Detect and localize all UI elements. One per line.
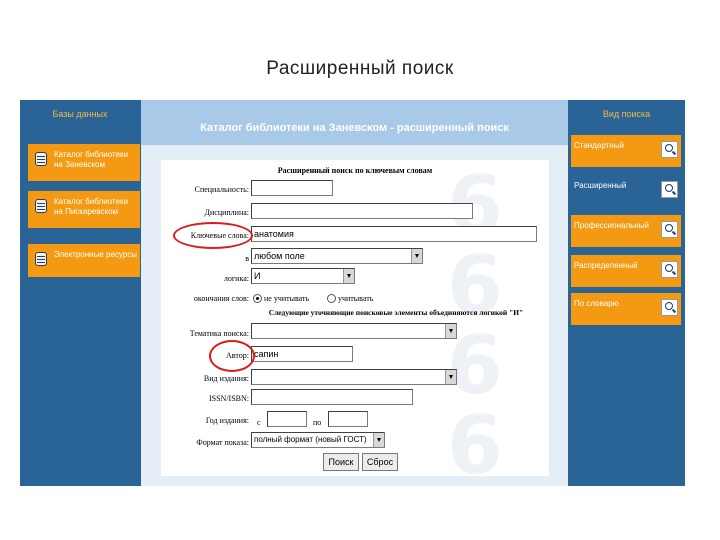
search-type-label: Расширенный <box>574 181 627 190</box>
reset-button[interactable]: Сброс <box>362 453 398 471</box>
search-field-select[interactable]: любом поле <box>251 248 423 264</box>
author-label: Автор: <box>226 351 249 360</box>
chevron-down-icon[interactable] <box>445 370 456 384</box>
left-sidebar: Базы данных Каталог библиотеки на Заневс… <box>20 100 140 486</box>
search-panel: Каталог библиотеки на Заневском - расшир… <box>141 100 568 486</box>
search-type-label: Стандартный <box>574 141 624 150</box>
database-icon <box>35 199 47 213</box>
refine-note: Следующие уточняющие поисковые элементы … <box>268 308 524 317</box>
endings-consider-radio[interactable] <box>327 294 336 303</box>
search-type-header: Вид поиска <box>602 109 651 119</box>
browser-screenshot: Базы данных Каталог библиотеки на Заневс… <box>20 100 685 486</box>
logic-select[interactable]: И <box>251 268 355 284</box>
search-type-standard[interactable]: Стандартный <box>571 135 681 167</box>
isbn-label: ISSN/ISBN: <box>208 394 249 403</box>
discipline-label: Дисциплина: <box>204 208 249 217</box>
format-label: Формат показа: <box>196 438 249 447</box>
in-field-label: в <box>245 254 249 263</box>
theme-select[interactable] <box>251 323 457 339</box>
pubtype-select[interactable] <box>251 369 457 385</box>
magnifier-icon[interactable] <box>661 299 678 316</box>
magnifier-icon[interactable] <box>661 141 678 158</box>
database-icon <box>35 152 47 166</box>
slide-title: Расширенный поиск <box>266 58 454 79</box>
search-type-professional[interactable]: Профессиональный <box>571 215 681 247</box>
search-type-dictionary[interactable]: По словарю <box>571 293 681 325</box>
sidebar-item-label: Каталог библиотеки на Заневском <box>54 150 128 169</box>
theme-label: Тематика поиска: <box>189 329 249 338</box>
endings-label: окончания слов: <box>193 294 249 303</box>
chevron-down-icon[interactable] <box>411 249 422 263</box>
pubtype-label: Вид издания: <box>203 374 249 383</box>
year-to-input[interactable] <box>328 411 368 427</box>
sidebar-item-piskarevsky-catalog[interactable]: Каталог библиотеки на Пискаревском <box>28 191 140 228</box>
specialty-input[interactable] <box>251 180 333 196</box>
isbn-input[interactable] <box>251 389 413 405</box>
magnifier-icon[interactable] <box>661 261 678 278</box>
logic-label: логика: <box>223 274 249 283</box>
chevron-down-icon[interactable] <box>343 269 354 283</box>
search-type-label: Распределенный <box>574 261 638 270</box>
year-from-label: с <box>257 418 261 427</box>
year-to-label: по <box>313 418 322 427</box>
year-from-input[interactable] <box>267 411 307 427</box>
selected-value: И <box>254 271 261 281</box>
chevron-down-icon[interactable] <box>373 433 384 447</box>
endings-ignore-label: не учитывать <box>264 294 310 303</box>
magnifier-icon[interactable] <box>661 221 678 238</box>
search-type-distributed[interactable]: Распределенный <box>571 255 681 287</box>
selected-value: полный формат (новый ГОСТ) <box>254 435 367 444</box>
discipline-input[interactable] <box>251 203 473 219</box>
sidebar-item-electronic-resources[interactable]: Электронные ресурсы <box>28 244 140 277</box>
endings-ignore-radio[interactable] <box>253 294 262 303</box>
sidebar-item-label: Каталог библиотеки на Пискаревском <box>54 197 128 216</box>
search-type-label: По словарю <box>574 299 619 308</box>
search-type-label: Профессиональный <box>574 221 649 230</box>
form-title: Расширенный поиск по ключевым словам <box>277 166 433 175</box>
search-type-advanced[interactable]: Расширенный <box>571 175 681 207</box>
right-sidebar: Вид поиска Стандартный Расширенный Профе… <box>568 100 685 486</box>
specialty-label: Специальность: <box>194 185 249 194</box>
sidebar-item-zanevsky-catalog[interactable]: Каталог библиотеки на Заневском <box>28 144 140 181</box>
author-input[interactable]: сапин <box>251 346 353 362</box>
sidebar-item-label: Электронные ресурсы <box>54 250 138 259</box>
format-select[interactable]: полный формат (новый ГОСТ) <box>251 432 385 448</box>
chevron-down-icon[interactable] <box>445 324 456 338</box>
magnifier-icon[interactable] <box>661 181 678 198</box>
keywords-input[interactable]: анатомия <box>251 226 537 242</box>
database-icon <box>35 252 47 266</box>
keywords-label: Ключевые слова: <box>190 231 249 240</box>
year-label: Год издания: <box>205 416 249 425</box>
advanced-search-form: 6666 Расширенный поиск по ключевым слова… <box>161 160 549 476</box>
panel-title: Каталог библиотеки на Заневском - расшир… <box>141 100 568 145</box>
search-button[interactable]: Поиск <box>323 453 359 471</box>
databases-header: Базы данных <box>52 109 108 119</box>
selected-value: любом поле <box>254 251 305 261</box>
endings-consider-label: учитывать <box>338 294 374 303</box>
